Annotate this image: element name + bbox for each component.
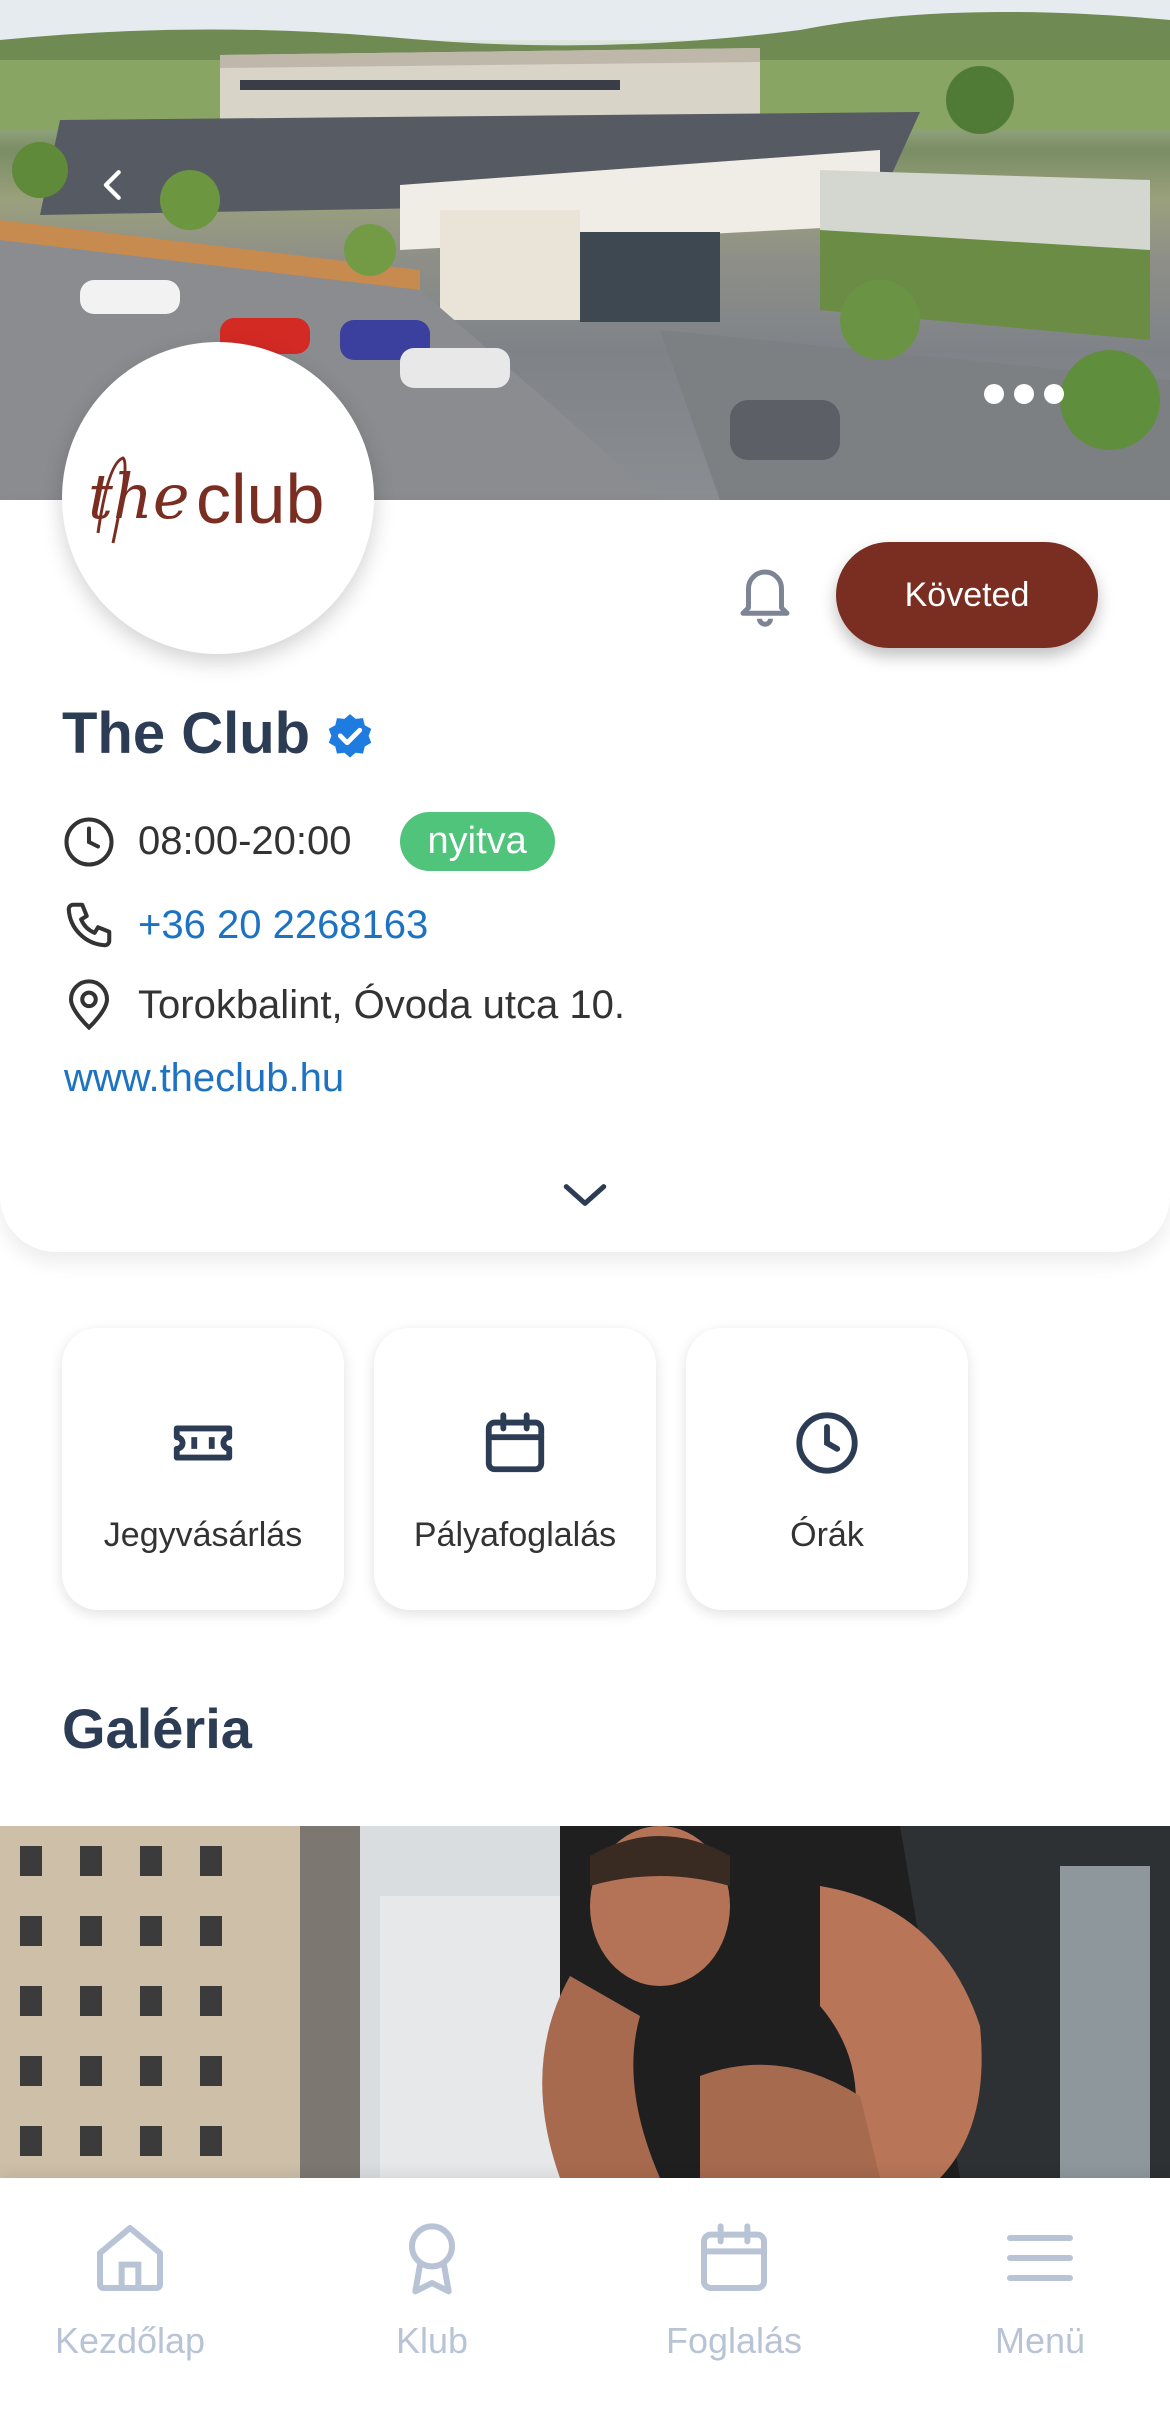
carousel-prev-icon[interactable] [96, 168, 130, 202]
calendar-icon [485, 1412, 545, 1473]
club-logo-mark: the club [88, 456, 324, 544]
nav-menu[interactable]: Menü [910, 2218, 1170, 2362]
clock-icon [64, 816, 114, 867]
action-tile-tickets[interactable]: Jegyvásárlás [62, 1328, 344, 1610]
opening-hours: 08:00-20:00 [138, 819, 352, 863]
bottom-nav: Kezdőlap Klub Foglalás Menü [0, 2178, 1170, 2428]
nav-club[interactable]: Klub [302, 2218, 562, 2362]
home-icon [97, 2225, 163, 2291]
status-badge: nyitva [399, 812, 555, 871]
ticket-icon [173, 1425, 233, 1461]
nav-label: Klub [395, 2320, 469, 2361]
hours-row: 08:00-20:00 nyitva [62, 812, 555, 871]
club-logo: the club [62, 342, 374, 654]
website-link[interactable]: www.theclub.hu [64, 1056, 344, 1101]
club-name: The Club [62, 701, 311, 766]
tile-label: Órák [790, 1516, 864, 1554]
follow-button[interactable]: Követed [836, 542, 1098, 648]
address-row: Torokbalint, Óvoda utca 10. [62, 978, 625, 1032]
bell-icon[interactable] [732, 558, 798, 630]
phone-row[interactable]: +36 20 2268163 [62, 898, 428, 952]
action-tile-court-booking[interactable]: Pályafoglalás [374, 1328, 656, 1610]
carousel-dot[interactable] [1014, 384, 1034, 404]
nav-label: Menü [994, 2320, 1086, 2361]
calendar-icon [701, 2223, 767, 2291]
svg-text:club: club [196, 460, 324, 538]
location-pin-icon [68, 979, 110, 1031]
address-text: Torokbalint, Óvoda utca 10. [138, 982, 625, 1027]
gallery-title: Galéria [62, 1697, 252, 1760]
phone-link[interactable]: +36 20 2268163 [138, 903, 428, 948]
carousel-dots[interactable] [984, 384, 1064, 404]
nav-label: Kezdőlap [54, 2320, 206, 2361]
carousel-dot[interactable] [984, 384, 1004, 404]
action-tile-classes[interactable]: Órák [686, 1328, 968, 1610]
gallery-image[interactable] [0, 1826, 1170, 2178]
verified-icon [328, 714, 372, 758]
carousel-dot[interactable] [1044, 384, 1064, 404]
phone-icon [66, 902, 112, 948]
clock-icon [796, 1412, 858, 1474]
nav-booking[interactable]: Foglalás [604, 2218, 864, 2362]
nav-label: Foglalás [665, 2320, 803, 2361]
hamburger-icon [1007, 2235, 1073, 2281]
gallery-photo-athlete [0, 1826, 1170, 2178]
tile-label: Pályafoglalás [413, 1516, 617, 1554]
nav-home[interactable]: Kezdőlap [0, 2218, 260, 2362]
chevron-down-icon[interactable] [560, 1178, 610, 1212]
tile-label: Jegyvásárlás [103, 1516, 303, 1554]
award-icon [409, 2223, 455, 2295]
